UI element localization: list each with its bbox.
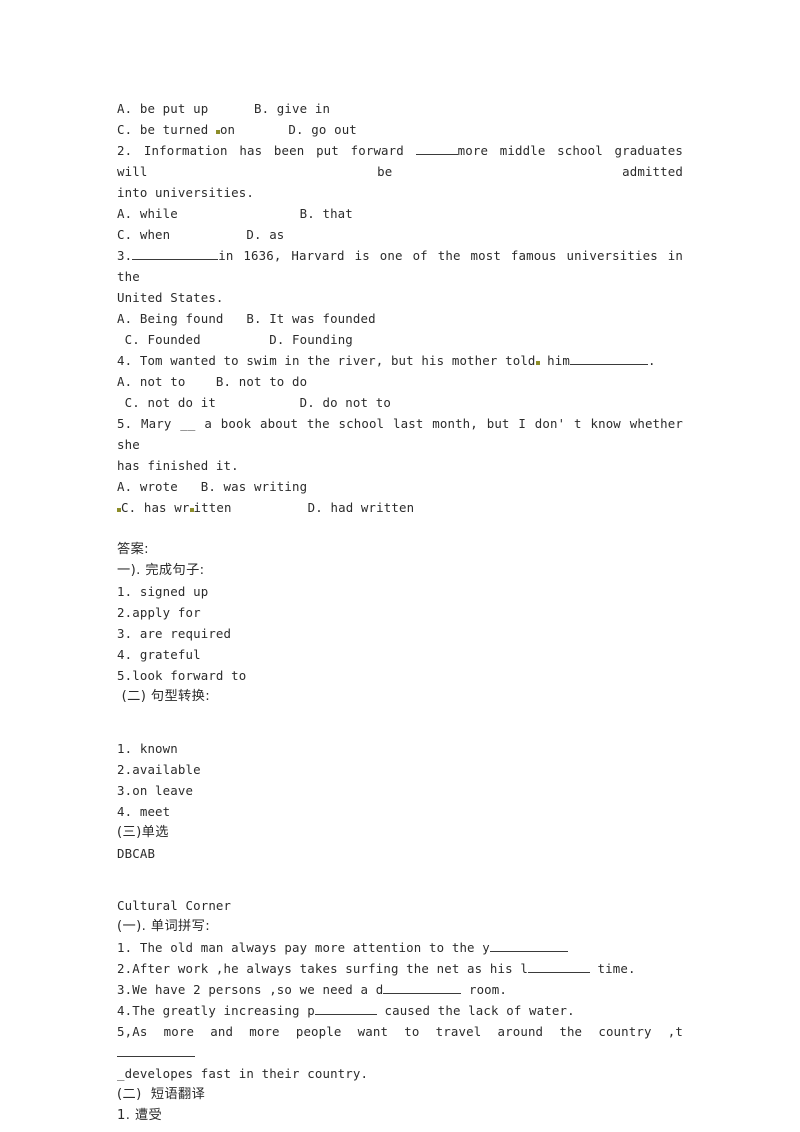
answers-item: 4. grateful [117, 647, 201, 662]
cc-item-3-suffix: room. [461, 982, 508, 997]
cc-item-3-prefix: 3.We have 2 persons ,so we need a d [117, 982, 384, 997]
q5-option-c-d-text: itten D. had written [193, 500, 415, 515]
q5-option-c-prefix: C. has wr [121, 500, 190, 515]
q2-stem-line-1: 2. Information has been put forward more… [117, 140, 683, 182]
q4-blank [570, 352, 648, 365]
cultural-corner-part-two-title: (二) 短语翻译 [117, 1087, 206, 1102]
cc-item-3-blank [383, 981, 462, 994]
q3-stem-line-1: 3. in 1636, Harvard is one of the most fa… [117, 245, 683, 287]
cc-item-4-prefix: 4.The greatly increasing p [117, 1003, 315, 1018]
q3-options-line-2: C. Founded D. Founding [117, 332, 353, 347]
cultural-corner-title: Cultural Corner [117, 898, 232, 913]
q5-stem-line-1: 5. Mary __ a book about the school last … [117, 413, 683, 455]
q4-stem-suffix: . [648, 353, 656, 368]
q4-stem-mid: him [539, 353, 570, 368]
answers-section-two-title: (二) 句型转换: [117, 689, 211, 704]
q5-stem-line-2: has finished it. [117, 458, 239, 473]
answers-item: 1. signed up [117, 584, 209, 599]
q2-options-line-2: C. when D. as [117, 227, 285, 242]
q5-options-line-2: C. has wr itten D. had written [117, 497, 683, 518]
cc-item-5-line-1: 5,As more and more people want to travel… [117, 1021, 683, 1063]
cultural-corner-part-one-title: (一). 单词拼写: [117, 919, 211, 934]
answers-item: 2.available [117, 762, 201, 777]
q4-stem-prefix: 4. Tom wanted to swim in the river, but … [117, 353, 536, 368]
cc-part-two-item-1: 1. 遭受 [117, 1108, 163, 1123]
q1-options-line-1: A. be put up B. give in [117, 101, 331, 116]
cc-item-2-suffix: time. [589, 961, 636, 976]
answers-section-three-answer: DBCAB [117, 846, 156, 861]
cc-item-4: 4.The greatly increasing p caused the la… [117, 1000, 683, 1021]
cc-item-5-blank [117, 1044, 195, 1057]
q4-stem-line-1: 4. Tom wanted to swim in the river, but … [117, 350, 683, 371]
cc-item-2: 2.After work ,he always takes surfing th… [117, 958, 683, 979]
q1-option-c-d-text: on D. go out [219, 122, 357, 137]
cc-item-1: 1. The old man always pay more attention… [117, 937, 683, 958]
q3-number: 3. [117, 248, 133, 263]
q3-stem-line-2: United States. [117, 290, 224, 305]
answers-item: 5.look forward to [117, 668, 247, 683]
q3-options-line-1: A. Being found B. It was founded [117, 311, 376, 326]
cc-item-5-prefix: 5,As more and more people want to travel… [117, 1024, 683, 1039]
answers-section-one-title: 一). 完成句子: [117, 563, 205, 578]
answers-section-three-title: (三)单选 [117, 825, 169, 840]
cc-item-2-blank [527, 960, 590, 973]
q1-option-c-text: C. be turned [117, 122, 216, 137]
answers-item: 2.apply for [117, 605, 201, 620]
answers-item: 3.on leave [117, 783, 194, 798]
answers-heading: 答案: [117, 542, 150, 557]
document-body: A. be put up B. give in C. be turned on … [117, 98, 683, 1126]
cc-item-4-blank [314, 1002, 377, 1015]
cc-item-1-prefix: 1. The old man always pay more attention… [117, 940, 490, 955]
q1-options-line-2: C. be turned on D. go out [117, 119, 683, 140]
q2-blank [415, 142, 458, 155]
cc-item-2-prefix: 2.After work ,he always takes surfing th… [117, 961, 528, 976]
q5-stem-prefix: 5. Mary __ a book about the school last … [117, 416, 566, 431]
q2-stem-line-2: into universities. [117, 185, 254, 200]
document-page: A. be put up B. give in C. be turned on … [0, 0, 800, 1132]
q4-options-line-1: A. not to B. not to do [117, 374, 308, 389]
q2-stem-prefix: 2. Information has been put forward [117, 143, 416, 158]
q3-blank [132, 247, 219, 260]
q2-options-line-1: A. while B. that [117, 206, 353, 221]
cc-item-4-suffix: caused the lack of water. [376, 1003, 575, 1018]
answers-item: 1. known [117, 741, 178, 756]
q4-options-line-2: C. not do it D. do not to [117, 395, 391, 410]
cc-item-5-line-2: _developes fast in their country. [117, 1066, 369, 1081]
cc-item-1-blank [489, 939, 568, 952]
answers-item: 4. meet [117, 804, 171, 819]
answers-item: 3. are required [117, 626, 232, 641]
q5-options-line-1: A. wrote B. was writing [117, 479, 308, 494]
cc-item-3: 3.We have 2 persons ,so we need a d room… [117, 979, 683, 1000]
